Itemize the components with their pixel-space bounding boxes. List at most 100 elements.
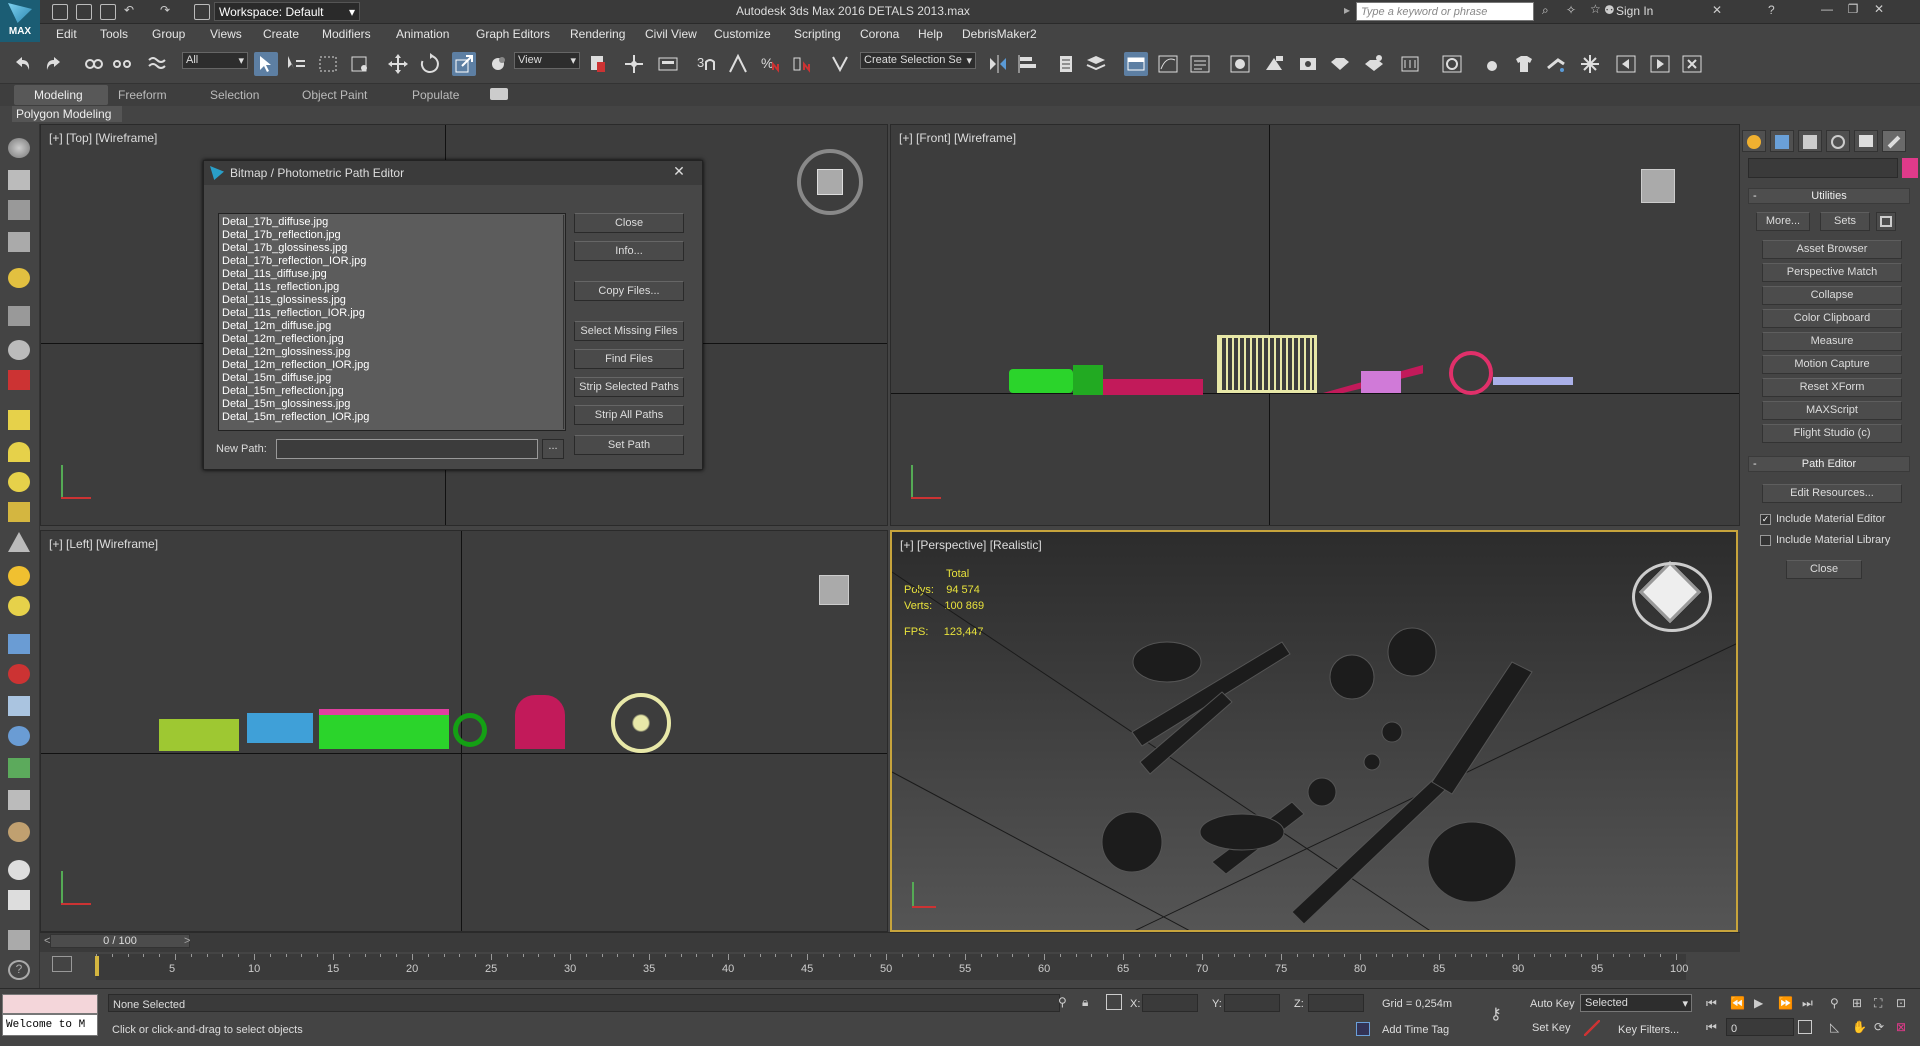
isolate-selection-icon[interactable]: ⚲	[1058, 995, 1067, 1009]
list-item[interactable]: Detal_17b_glossiness.jpg	[222, 242, 562, 255]
scene-explorer-icon[interactable]	[1054, 52, 1078, 76]
key-filters-button[interactable]: Key Filters...	[1618, 1024, 1679, 1036]
close-button[interactable]: Close	[574, 213, 684, 233]
render-setup-icon[interactable]	[1262, 52, 1286, 76]
close-window-button[interactable]: ✕	[1868, 2, 1890, 20]
box-icon[interactable]	[8, 410, 30, 430]
shirt-icon[interactable]	[1512, 52, 1536, 76]
viewport-layouts-icon[interactable]	[8, 138, 30, 158]
asset-browser-button[interactable]: Asset Browser	[1762, 240, 1902, 259]
tab-freeform[interactable]: Freeform	[118, 88, 167, 102]
viewcube[interactable]	[1641, 169, 1675, 203]
include-material-library-checkbox[interactable]	[1760, 535, 1771, 546]
more-button[interactable]: More...	[1756, 212, 1810, 231]
menu-group[interactable]: Group	[152, 27, 185, 41]
menu-customize[interactable]: Customize	[714, 27, 771, 41]
zoom-icon[interactable]: ⚲	[1830, 996, 1839, 1010]
viewport-label[interactable]: [+] [Left] [Wireframe]	[49, 537, 158, 551]
viewcube[interactable]	[819, 575, 849, 605]
zoom-extents-all-icon[interactable]: ⊡	[1896, 996, 1906, 1010]
named-selection-sets-dropdown[interactable]: Create Selection Se ▾	[860, 52, 976, 69]
time-configuration-icon[interactable]	[1798, 1020, 1812, 1034]
menu-scripting[interactable]: Scripting	[794, 27, 841, 41]
menu-civil-view[interactable]: Civil View	[645, 27, 697, 41]
track-bar[interactable]: 5 10 15 20 25 30 35 40 45 50 55 60 65 70 75 80 85 90 95 100	[96, 954, 1688, 980]
selection-lock-icon[interactable]: 🔒︎	[1082, 995, 1088, 1010]
orbit-icon[interactable]: ⟳	[1874, 1020, 1884, 1034]
edit-resources-button[interactable]: Edit Resources...	[1762, 484, 1902, 503]
play-icon[interactable]: ▶	[1754, 996, 1763, 1010]
project-folder-icon[interactable]	[194, 4, 210, 20]
rect-selection-region-icon[interactable]	[316, 52, 340, 76]
current-frame-field[interactable]: 0	[1726, 1018, 1794, 1036]
maxscript-listener-input[interactable]	[2, 994, 98, 1014]
motion-capture-button[interactable]: Motion Capture	[1762, 355, 1902, 374]
sphere-tool-icon[interactable]	[1480, 52, 1504, 76]
unlink-icon[interactable]	[110, 52, 134, 76]
app-logo-button[interactable]: MAX	[0, 0, 40, 42]
exchange-apps-icon[interactable]: ✕	[1712, 3, 1722, 17]
viewport-label[interactable]: [+] [Top] [Wireframe]	[49, 131, 157, 145]
list-item[interactable]: Detal_11s_glossiness.jpg	[222, 294, 562, 307]
list-item[interactable]: Detal_15m_reflection_IOR.jpg	[222, 411, 562, 424]
maximize-viewport-icon[interactable]: ⊠	[1896, 1020, 1906, 1034]
list-item[interactable]: Detal_12m_reflection.jpg	[222, 333, 562, 346]
list-item[interactable]: Detal_15m_glossiness.jpg	[222, 398, 562, 411]
dynamics-icon[interactable]	[8, 664, 30, 684]
menu-corona[interactable]: Corona	[860, 27, 899, 41]
sphere-icon[interactable]	[8, 596, 30, 616]
hair-icon[interactable]	[8, 822, 30, 842]
list-scrollbar[interactable]: ▲ ▼	[563, 215, 565, 429]
file-list[interactable]: Detal_17b_diffuse.jpg Detal_17b_reflecti…	[218, 213, 566, 431]
viewport-label[interactable]: [+] [Front] [Wireframe]	[899, 131, 1016, 145]
calculator-icon[interactable]	[8, 890, 30, 910]
particles-icon[interactable]	[8, 634, 30, 654]
y-coordinate-field[interactable]	[1224, 994, 1280, 1012]
dome-icon[interactable]	[8, 442, 30, 462]
rendered-frame-window-icon[interactable]	[1296, 52, 1320, 76]
render-production-icon[interactable]	[1328, 52, 1352, 76]
scatter-tool-icon[interactable]	[1578, 52, 1602, 76]
viewport-front[interactable]: [+] [Front] [Wireframe]	[890, 124, 1740, 526]
menu-views[interactable]: Views	[210, 27, 242, 41]
restore-button[interactable]: ❐	[1842, 2, 1864, 20]
next-frame-icon[interactable]: >	[184, 935, 190, 947]
absolute-mode-icon[interactable]	[1106, 994, 1122, 1010]
curve-editor-icon[interactable]	[1156, 52, 1180, 76]
modify-tab-icon[interactable]	[1770, 130, 1794, 152]
link-icon[interactable]	[82, 52, 106, 76]
reset-xform-button[interactable]: Reset XForm	[1762, 378, 1902, 397]
menu-tools[interactable]: Tools	[100, 27, 128, 41]
debris-tool-icon[interactable]	[1544, 52, 1568, 76]
sun-icon[interactable]	[8, 566, 30, 586]
list-item[interactable]: Detal_11s_diffuse.jpg	[222, 268, 562, 281]
display-tab-icon[interactable]	[1854, 130, 1878, 152]
dialog-close-icon[interactable]: ✕	[664, 163, 694, 183]
strip-all-paths-button[interactable]: Strip All Paths	[574, 405, 684, 425]
selection-filter-dropdown[interactable]: All ▾	[182, 52, 248, 69]
edit-named-selection-icon[interactable]	[828, 52, 852, 76]
create-tab-icon[interactable]	[1742, 130, 1766, 152]
flight-studio-button[interactable]: Flight Studio (c)	[1762, 424, 1902, 443]
sets-button[interactable]: Sets	[1820, 212, 1870, 231]
workspace-dropdown[interactable]: Workspace: Default ▾	[214, 2, 360, 21]
field-of-view-icon[interactable]: ◺	[1830, 1020, 1839, 1034]
next-frame-icon[interactable]: ⏩	[1778, 996, 1793, 1010]
set-path-button[interactable]: Set Path	[574, 435, 684, 455]
binoculars-icon[interactable]: ⌕	[1542, 3, 1549, 18]
render-iterative-icon[interactable]	[1362, 52, 1386, 76]
table-icon[interactable]	[8, 232, 30, 252]
browse-button[interactable]: ...	[542, 439, 564, 459]
key-icon[interactable]: ⚷	[1490, 1004, 1514, 1026]
redo-icon[interactable]	[42, 52, 66, 76]
toggle-ribbon-icon[interactable]	[1124, 52, 1148, 76]
tab-object-paint[interactable]: Object Paint	[302, 88, 367, 102]
find-files-button[interactable]: Find Files	[574, 349, 684, 369]
strip-selected-paths-button[interactable]: Strip Selected Paths	[574, 377, 684, 397]
script-icon[interactable]	[8, 930, 30, 950]
rotate-icon[interactable]	[418, 52, 442, 76]
menu-debrismaker2[interactable]: DebrisMaker2	[962, 27, 1037, 41]
utilities-rollout-header[interactable]: - Utilities	[1748, 188, 1910, 204]
globe-icon[interactable]	[8, 726, 30, 746]
material-editor-icon[interactable]	[1228, 52, 1252, 76]
